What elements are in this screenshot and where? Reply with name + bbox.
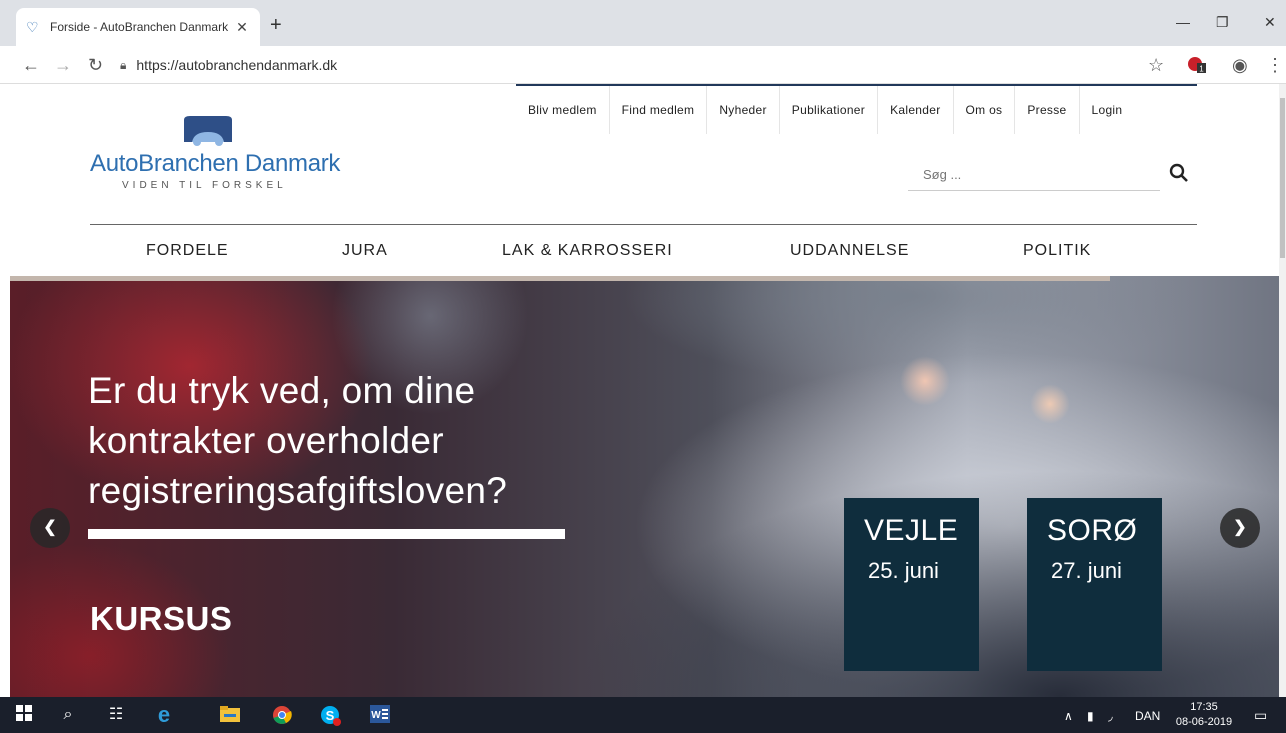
edge-browser-icon[interactable]: e	[154, 704, 174, 726]
slider-next-button[interactable]: ❯	[1220, 508, 1260, 548]
hero-slider: Er du tryk ved, om dine kontrakter overh…	[10, 276, 1286, 697]
svg-text:W: W	[371, 710, 381, 721]
extension-icon[interactable]: 1	[1186, 55, 1208, 80]
course-card-vejle[interactable]: VEJLE 25. juni	[844, 498, 979, 671]
car-logo-icon	[184, 116, 232, 146]
windows-start-icon[interactable]	[14, 705, 34, 725]
extension-badge: 1	[1199, 65, 1204, 74]
skype-icon[interactable]: S	[320, 705, 341, 726]
top-nav-bliv-medlem[interactable]: Bliv medlem	[516, 86, 609, 134]
search-input[interactable]	[908, 159, 1160, 189]
clock-date: 08-06-2019	[1175, 716, 1233, 728]
course-date: 25. juni	[868, 558, 939, 583]
search-box	[908, 159, 1160, 191]
browser-tab[interactable]: ♡ Forside - AutoBranchen Danmark ✕	[16, 8, 260, 46]
scrollbar-thumb[interactable]	[1280, 98, 1285, 258]
tab-close-icon[interactable]: ✕	[234, 19, 250, 36]
hero-headline: Er du tryk ved, om dine kontrakter overh…	[88, 370, 508, 511]
site-content: Bliv medlem Find medlem Nyheder Publikat…	[0, 84, 1286, 697]
battery-icon[interactable]: ▮	[1087, 709, 1094, 723]
hero-top-line	[10, 276, 1110, 281]
tab-title: Forside - AutoBranchen Danmark	[50, 20, 229, 34]
chevron-left-icon: ❮	[43, 519, 57, 536]
site-logo[interactable]: AutoBranchen Danmark VIDEN TIL FORSKEL	[90, 114, 340, 204]
new-tab-icon[interactable]: +	[270, 14, 282, 37]
url-text: https://autobranchendanmark.dk	[136, 57, 338, 73]
page-scrollbar[interactable]	[1279, 84, 1286, 697]
notifications-icon[interactable]: ▭	[1254, 707, 1267, 724]
main-nav-jura[interactable]: JURA	[342, 242, 388, 260]
lock-icon: 🔒︎	[120, 57, 127, 72]
back-icon[interactable]: ←	[22, 55, 40, 76]
course-city: VEJLE	[864, 514, 959, 547]
reload-icon[interactable]: ↻	[88, 55, 103, 76]
course-date: 27. juni	[1051, 558, 1122, 583]
main-nav-politik[interactable]: POLITIK	[1023, 242, 1091, 260]
bokeh-light	[900, 356, 950, 406]
tray-chevron-up-icon[interactable]: ∧	[1064, 709, 1073, 723]
file-explorer-icon[interactable]	[220, 705, 240, 725]
brand-tagline: VIDEN TIL FORSKEL	[122, 180, 287, 191]
main-nav-lak-karrosseri[interactable]: LAK & KARROSSERI	[502, 242, 673, 260]
url-field[interactable]: 🔒︎ https://autobranchendanmark.dk	[120, 51, 1140, 79]
restore-icon[interactable]: ❐	[1216, 14, 1229, 31]
main-nav-uddannelse[interactable]: UDDANNELSE	[790, 242, 909, 260]
browser-address-bar: ← → ↻ 🔒︎ https://autobranchendanmark.dk …	[0, 46, 1286, 84]
hero-divider	[88, 529, 565, 539]
search-icon[interactable]	[1168, 162, 1190, 184]
menu-icon[interactable]: ⋮	[1266, 55, 1284, 76]
forward-icon[interactable]: →	[54, 55, 72, 76]
top-nav-om-os[interactable]: Om os	[952, 86, 1015, 134]
top-nav: Bliv medlem Find medlem Nyheder Publikat…	[516, 84, 1197, 134]
slider-prev-button[interactable]: ❮	[30, 508, 70, 548]
search-icon[interactable]: ⌕	[58, 705, 78, 725]
chevron-right-icon: ❯	[1233, 519, 1247, 536]
main-nav-fordele[interactable]: FORDELE	[146, 242, 229, 260]
hero-label: KURSUS	[90, 600, 233, 637]
minimize-icon[interactable]: —	[1176, 14, 1190, 30]
word-icon[interactable]: W	[370, 705, 390, 725]
task-view-icon[interactable]: ☷	[106, 705, 126, 725]
brand-name: AutoBranchen Danmark	[90, 150, 341, 177]
window-close-icon[interactable]: ✕	[1264, 14, 1276, 31]
course-city: SORØ	[1047, 514, 1138, 547]
windows-taskbar: ⌕ ☷ e S W ∧ ▮ ◞ DAN 17:35 08-06-2019 ▭	[0, 697, 1286, 733]
top-nav-kalender[interactable]: Kalender	[877, 86, 952, 134]
top-nav-nyheder[interactable]: Nyheder	[706, 86, 778, 134]
course-card-soro[interactable]: SORØ 27. juni	[1027, 498, 1162, 671]
top-nav-presse[interactable]: Presse	[1014, 86, 1078, 134]
bokeh-light	[1030, 384, 1070, 424]
taskbar-clock[interactable]: 17:35 08-06-2019	[1172, 700, 1236, 730]
language-indicator[interactable]: DAN	[1135, 709, 1160, 723]
top-nav-login[interactable]: Login	[1078, 86, 1135, 134]
chrome-icon[interactable]	[272, 705, 292, 725]
top-nav-publikationer[interactable]: Publikationer	[778, 86, 877, 134]
site-favicon-icon: ♡	[26, 19, 39, 35]
bookmark-star-icon[interactable]: ☆	[1148, 55, 1164, 76]
clock-time: 17:35	[1190, 701, 1218, 713]
browser-tab-bar: ♡ Forside - AutoBranchen Danmark ✕ + — ❐…	[0, 0, 1286, 46]
wifi-icon[interactable]: ◞	[1108, 709, 1113, 723]
main-nav: FORDELE JURA LAK & KARROSSERI UDDANNELSE…	[90, 224, 1197, 276]
profile-icon[interactable]: ◉	[1232, 55, 1248, 76]
top-nav-find-medlem[interactable]: Find medlem	[608, 86, 707, 134]
